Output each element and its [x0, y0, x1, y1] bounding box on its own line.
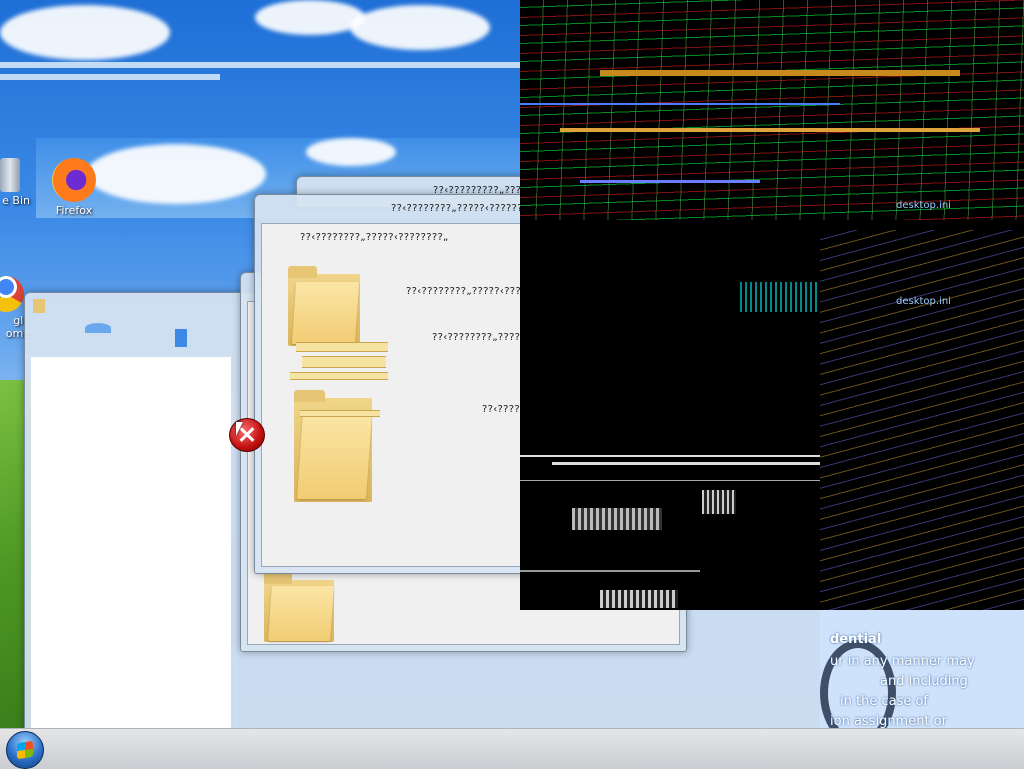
wallpaper-cloud	[306, 138, 396, 166]
desktop-icon-recycle-bin[interactable]: e Bin	[0, 158, 32, 207]
glitch-fragment	[296, 342, 388, 352]
glitch-line	[560, 128, 980, 132]
desktop-icon-label: Firefox	[55, 204, 93, 217]
glitch-line	[600, 70, 960, 76]
start-button[interactable]	[6, 731, 44, 769]
glitch-noise	[820, 230, 1024, 610]
notice-line: in the case of	[840, 694, 928, 709]
wallpaper-cloud	[0, 5, 170, 60]
notice-line: and including	[880, 674, 968, 689]
pane-divider	[235, 293, 236, 733]
desktop-icon-label: e Bin	[2, 194, 30, 207]
glitch-noise	[702, 490, 736, 514]
glitch-label: desktop.ini	[896, 296, 951, 307]
glitch-fragment	[290, 372, 388, 380]
glitch-noise	[600, 590, 678, 608]
glitch-noise	[740, 282, 820, 312]
corrupted-screen-region: desktop.ini desktop.ini	[520, 0, 1024, 610]
glitch-noise	[520, 0, 1024, 220]
glitch-label: desktop.ini	[896, 200, 951, 211]
desktop-icon-firefox[interactable]: Firefox	[44, 158, 104, 217]
glitch-noise	[572, 508, 662, 530]
wallpaper-band	[0, 62, 520, 68]
wallpaper-cloud	[86, 144, 266, 204]
confidential-notice-fragment: dential ur in any manner may and includi…	[820, 610, 1024, 730]
glitch-line	[580, 180, 760, 183]
firefox-icon	[52, 158, 96, 202]
window-title: ??‹????????„?????‹????????„	[391, 203, 540, 214]
notice-line: ur in any manner may	[830, 654, 975, 669]
folder-icon	[288, 266, 360, 346]
recycle-bin-icon	[0, 158, 20, 192]
glitch-line	[520, 480, 820, 481]
glitch-line	[520, 570, 700, 572]
windows-logo-icon	[17, 740, 33, 760]
wallpaper-cloud	[350, 5, 490, 50]
wallpaper-fragment	[85, 323, 111, 333]
glitch-line	[552, 462, 820, 465]
mouse-cursor-icon	[236, 422, 243, 436]
notice-title: dential	[830, 632, 882, 647]
taskbar	[0, 728, 1024, 769]
dialog-text: ??‹????????„?????‹????????„	[300, 232, 449, 243]
error-icon	[229, 418, 265, 452]
folder-icon	[264, 572, 334, 642]
chrome-icon	[0, 276, 24, 312]
folder-icon	[294, 390, 372, 502]
arrow-up-icon	[175, 329, 187, 347]
glitch-fragment	[302, 356, 386, 368]
folder-icon	[33, 299, 45, 313]
glitch-line	[520, 103, 840, 105]
notice-line: ion assignment or	[830, 714, 947, 729]
glitch-fragment	[300, 410, 380, 417]
explorer-content-pane[interactable]	[31, 357, 231, 729]
wallpaper-cloud	[255, 0, 365, 35]
glitch-line	[520, 455, 820, 457]
wallpaper-band	[0, 74, 220, 80]
